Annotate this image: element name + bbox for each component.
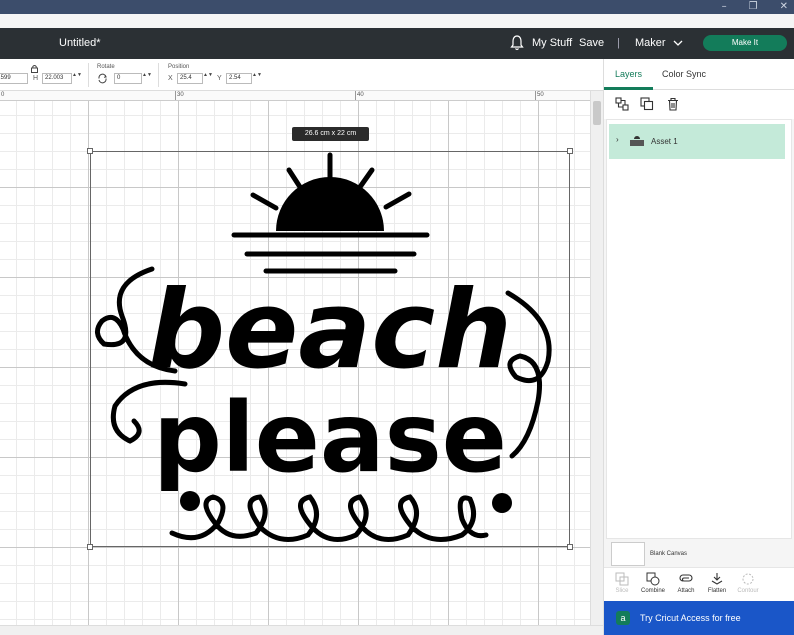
contour-icon [742,573,754,585]
window-chrome-strip [0,14,794,28]
resize-handle[interactable] [567,544,573,550]
slice-label: Slice [615,588,629,594]
top-ruler: 0 30 40 50 [0,91,590,101]
height-label: H [33,75,39,82]
ruler-label: 50 [537,92,544,98]
panel-tabs: Layers Color Sync [604,59,794,90]
my-stuff-link[interactable]: My Stuff [532,37,572,49]
rotate-label: Rotate [97,64,115,70]
combine-label: Combine [640,588,665,594]
x-input[interactable]: 25.4 [177,73,203,84]
toolbar-divider [158,63,159,87]
resize-handle[interactable] [87,148,93,154]
ruler-label: 40 [357,92,364,98]
y-label: Y [217,75,222,82]
layer-name: Asset 1 [651,137,678,146]
save-button[interactable]: Save [579,37,604,49]
layer-tools [604,90,794,119]
layer-row-asset[interactable]: › Asset 1 [609,124,785,159]
dimension-tooltip: 26.6 cm x 22 cm [292,127,369,141]
window-titlebar: – ❐ ✕ [0,0,794,14]
bell-icon[interactable] [510,35,524,51]
ruler-tick [355,91,356,100]
app-header: Untitled* My Stuff Save | Maker Make It [0,28,794,59]
selection-bounding-box[interactable] [90,151,570,547]
resize-handle[interactable] [567,148,573,154]
contour-button[interactable]: Contour [733,572,763,594]
rotate-input[interactable]: 0 [114,73,142,84]
ruler-tick [535,91,536,100]
layers-panel: Layers Color Sync › Asset 1 Blank Canvas [603,59,794,635]
duplicate-icon[interactable] [640,97,654,111]
restore-icon[interactable]: ❐ [749,0,758,14]
combine-button[interactable]: Combine [638,572,668,594]
expand-chevron-icon[interactable]: › [616,135,619,144]
vertical-scrollbar[interactable] [590,91,603,625]
trash-icon[interactable] [666,97,680,111]
header-separator: | [617,37,620,49]
slice-icon [615,572,629,586]
edit-toolbar: .599 H 22.003 ▲▼ Rotate 0 ▲▼ Position X … [0,59,603,91]
layers-list: › Asset 1 [606,119,792,539]
ruler-label: 30 [177,92,184,98]
flatten-icon [711,573,723,585]
blank-canvas-swatch[interactable] [611,542,645,566]
attach-icon [679,574,693,582]
layer-thumbnail [630,136,644,146]
y-input[interactable]: 2.54 [226,73,252,84]
ruler-tick [175,91,176,100]
height-input[interactable]: 22.003 [42,73,72,84]
group-icon[interactable] [615,97,629,111]
blank-canvas-label: Blank Canvas [650,551,688,557]
flatten-label: Flatten [707,588,727,594]
tab-layers[interactable]: Layers [615,69,642,79]
combine-icon [646,572,660,586]
height-stepper[interactable]: ▲▼ [72,73,82,84]
x-label: X [168,75,173,82]
cricut-access-text: Try Cricut Access for free [640,613,741,623]
toolbar-divider [88,63,89,87]
tab-color-sync[interactable]: Color Sync [662,69,706,79]
rotate-stepper[interactable]: ▲▼ [142,73,152,84]
scroll-thumb[interactable] [593,101,601,125]
cricut-access-banner[interactable]: a Try Cricut Access for free [604,601,794,635]
document-title[interactable]: Untitled* [59,37,101,49]
contour-label: Contour [737,588,759,594]
rotate-icon[interactable] [97,73,108,84]
flatten-button[interactable]: Flatten [702,572,732,594]
attach-label: Attach [677,588,695,594]
lock-icon[interactable] [30,64,39,73]
close-icon[interactable]: ✕ [780,0,788,14]
width-input[interactable]: .599 [0,73,28,84]
attach-button[interactable]: Attach [671,572,701,594]
machine-select[interactable]: Maker [635,37,683,49]
machine-label: Maker [635,37,666,49]
minimize-icon[interactable]: – [722,0,727,14]
position-label: Position [168,64,190,70]
layer-actions-bar: Slice Combine Attach Flatten Contour [604,567,794,601]
y-stepper[interactable]: ▲▼ [252,73,262,84]
x-stepper[interactable]: ▲▼ [203,73,213,84]
chevron-down-icon [673,40,683,47]
resize-handle[interactable] [87,544,93,550]
make-it-button[interactable]: Make It [703,35,787,51]
horizontal-scrollbar[interactable] [0,625,603,635]
slice-button[interactable]: Slice [607,572,637,594]
ruler-label: 0 [1,92,5,98]
cricut-access-icon: a [616,611,630,625]
